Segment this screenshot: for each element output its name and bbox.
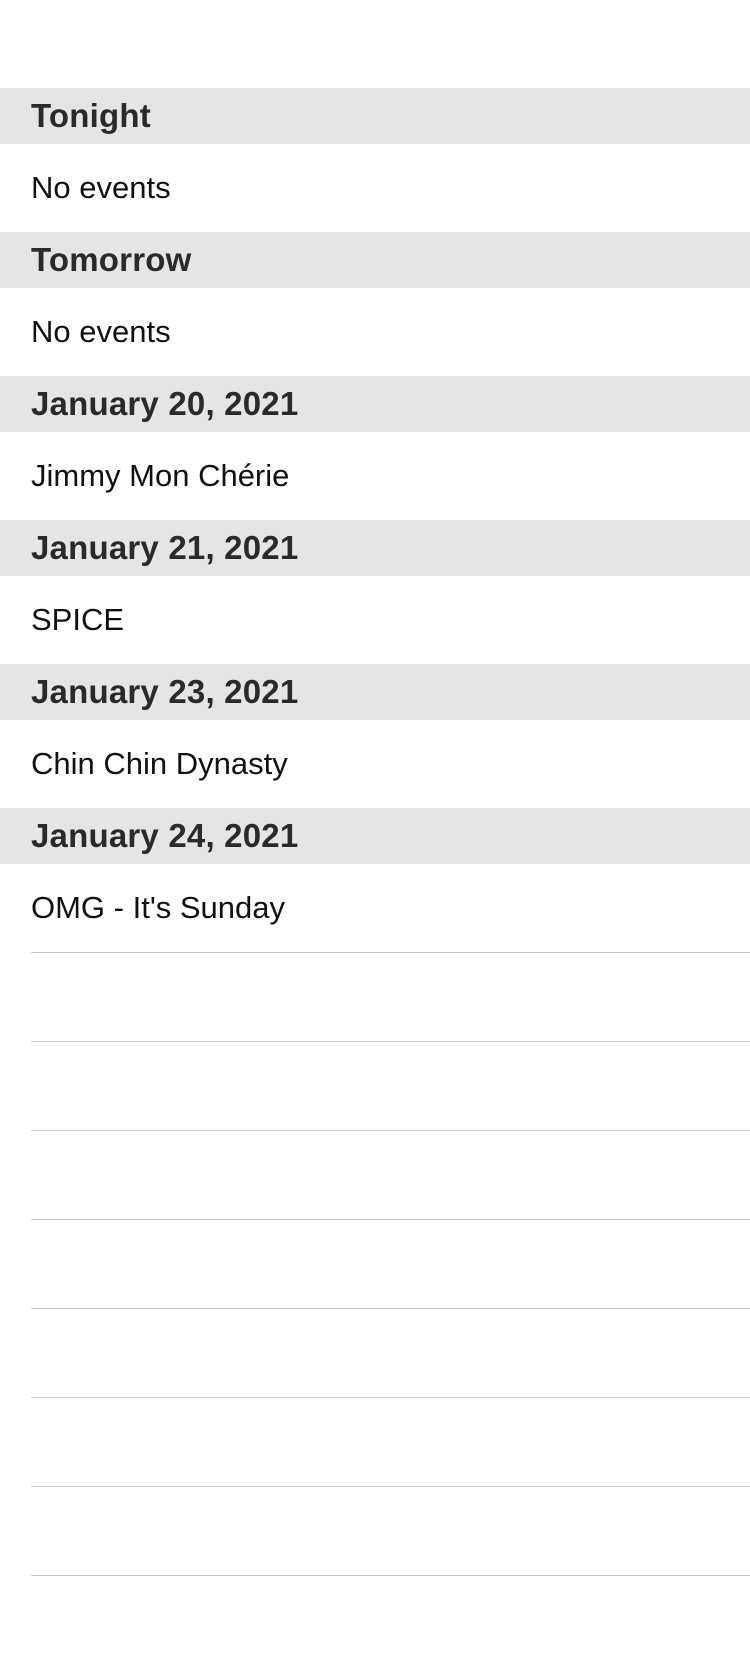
events-table[interactable]: Tonight No events Tomorrow No events Jan… (0, 88, 750, 1664)
event-row-omg-its-sunday[interactable]: OMG - It's Sunday (0, 864, 750, 952)
event-row-spice[interactable]: SPICE (0, 576, 750, 664)
section-header-tonight: Tonight (0, 88, 750, 144)
section-header-jan-23: January 23, 2021 (0, 664, 750, 720)
top-bar-area (0, 0, 750, 88)
section-header-jan-24: January 24, 2021 (0, 808, 750, 864)
empty-row (0, 1131, 750, 1219)
empty-row (0, 1487, 750, 1575)
section-header-jan-21: January 21, 2021 (0, 520, 750, 576)
empty-row (0, 1042, 750, 1130)
event-row-jimmy-mon-cherie[interactable]: Jimmy Mon Chérie (0, 432, 750, 520)
empty-row (0, 1220, 750, 1308)
events-list-screen: Tonight No events Tomorrow No events Jan… (0, 0, 750, 1664)
empty-row (0, 1398, 750, 1486)
empty-row (0, 953, 750, 1041)
section-header-tomorrow: Tomorrow (0, 232, 750, 288)
empty-row (0, 1576, 750, 1664)
section-header-jan-20: January 20, 2021 (0, 376, 750, 432)
empty-row (0, 1309, 750, 1397)
event-row-tomorrow[interactable]: No events (0, 288, 750, 376)
event-row-chin-chin-dynasty[interactable]: Chin Chin Dynasty (0, 720, 750, 808)
event-row-tonight[interactable]: No events (0, 144, 750, 232)
